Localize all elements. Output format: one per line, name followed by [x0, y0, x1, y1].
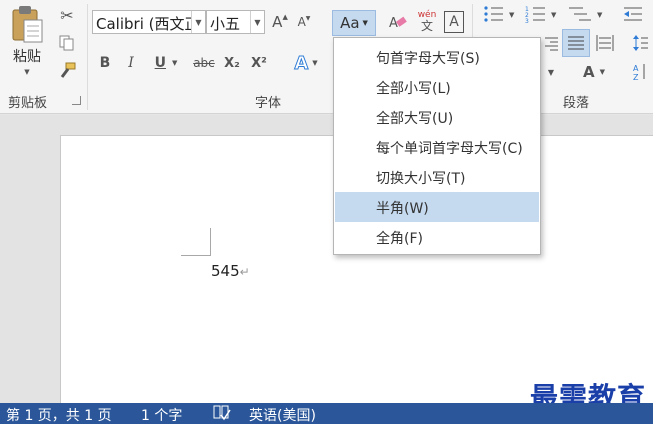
font-name-value: Calibri (西文正文): [96, 15, 205, 33]
paste-label: 粘贴: [13, 49, 41, 65]
strikethrough-icon: abc: [193, 56, 215, 70]
menu-item-full-width[interactable]: 全角(F): [335, 222, 539, 252]
line-spacing-icon[interactable]: [630, 30, 650, 56]
text-effects-icon: A: [294, 52, 309, 74]
font-size-value: 小五: [210, 15, 241, 33]
phonetic-bottom: 文: [420, 18, 433, 33]
shrink-font-icon: A: [297, 15, 306, 29]
document-number: 545: [211, 262, 240, 280]
paragraph-mark-icon: ↵: [239, 265, 250, 279]
decrease-indent-icon[interactable]: [620, 4, 646, 24]
status-bar: 第 1 页，共 1 页 1 个字 英语(美国): [0, 403, 653, 424]
italic-button[interactable]: I: [122, 52, 140, 74]
svg-text:A: A: [633, 64, 639, 73]
character-border-button[interactable]: A: [444, 11, 464, 33]
svg-text:A: A: [389, 16, 398, 31]
chevron-down-icon: ▼: [24, 68, 30, 76]
menu-item-uppercase[interactable]: 全部大写(U): [335, 102, 539, 132]
superscript-icon: X²: [251, 55, 267, 71]
svg-text:▼: ▼: [551, 11, 557, 19]
status-word-count[interactable]: 1 个字: [141, 405, 182, 424]
document-area: 545↵: [0, 115, 653, 403]
shading-icon[interactable]: ▼: [541, 60, 561, 84]
bold-button[interactable]: B: [96, 52, 114, 74]
menu-item-half-width[interactable]: 半角(W): [335, 192, 539, 222]
cut-icon[interactable]: ✂: [56, 4, 78, 26]
character-effect-button[interactable]: A ▼: [574, 60, 614, 84]
subscript-button[interactable]: X₂: [221, 52, 243, 74]
superscript-button[interactable]: X²: [248, 52, 270, 74]
character-border-icon: A: [449, 14, 459, 30]
change-case-icon: Aa: [340, 14, 360, 32]
status-language[interactable]: 英语(美国): [249, 405, 316, 424]
character-effect-icon: A: [583, 63, 595, 81]
bold-icon: B: [99, 55, 111, 71]
shrink-font-button[interactable]: A ▼: [294, 10, 314, 34]
align-right-icon[interactable]: [541, 30, 561, 56]
svg-text:3: 3: [525, 18, 529, 23]
menu-item-lowercase[interactable]: 全部小写(L): [335, 72, 539, 102]
paste-button[interactable]: 粘贴 ▼: [4, 4, 50, 86]
status-page-count[interactable]: 第 1 页，共 1 页: [6, 405, 112, 424]
ribbon: 粘贴 ▼ ✂ 剪贴板 Calibri (西文正文) ▼ 小五 ▼ A▲ A▼ A…: [0, 0, 653, 114]
justify-icon[interactable]: [562, 29, 590, 57]
menu-item-toggle-case[interactable]: 切换大小写(T): [335, 162, 539, 192]
clipboard-icon: [12, 6, 43, 43]
font-size-combo[interactable]: 小五 ▼: [206, 10, 265, 34]
font-name-combo[interactable]: Calibri (西文正文) ▼: [92, 10, 206, 34]
change-case-menu: 句首字母大写(S) 全部小写(L) 全部大写(U) 每个单词首字母大写(C) 切…: [333, 37, 541, 255]
svg-text:▼: ▼: [597, 11, 603, 19]
grow-font-button[interactable]: A ▲: [270, 10, 290, 34]
multilevel-list-icon[interactable]: ▼: [566, 4, 606, 24]
subscript-icon: X₂: [224, 55, 240, 71]
chevron-down-icon[interactable]: ▼: [250, 11, 264, 33]
grow-font-icon: A: [272, 13, 283, 31]
phonetic-guide-button[interactable]: wén 文: [414, 6, 440, 36]
group-separator: [87, 4, 88, 110]
text-effects-button[interactable]: A ▼: [288, 50, 324, 76]
format-painter-icon[interactable]: [56, 60, 78, 82]
svg-text:▼: ▼: [509, 11, 515, 19]
italic-icon: I: [128, 55, 134, 71]
distributed-align-icon[interactable]: [592, 29, 618, 57]
proofing-icon[interactable]: [212, 404, 232, 424]
paragraph-group-label: 段落: [563, 96, 590, 111]
sort-icon[interactable]: AZ: [630, 60, 650, 84]
clipboard-launcher-icon[interactable]: [72, 96, 81, 105]
svg-text:Z: Z: [633, 73, 639, 81]
underline-button[interactable]: U ▼: [150, 52, 182, 74]
font-group-label: 字体: [255, 96, 282, 111]
clipboard-group-label: 剪贴板: [8, 96, 48, 111]
margin-corner-mark: [210, 228, 211, 256]
chevron-down-icon[interactable]: ▼: [191, 11, 205, 33]
menu-item-sentence-case[interactable]: 句首字母大写(S): [335, 42, 539, 72]
numbering-icon[interactable]: 1 2 3 ▼: [524, 4, 560, 24]
menu-item-capitalize-each-word[interactable]: 每个单词首字母大写(C): [335, 132, 539, 162]
change-case-button[interactable]: Aa ▼: [332, 10, 376, 36]
copy-icon[interactable]: [56, 32, 78, 54]
document-text[interactable]: 545↵: [211, 262, 250, 280]
strikethrough-button[interactable]: abc: [191, 52, 217, 74]
bullets-icon[interactable]: ▼: [482, 4, 518, 24]
margin-corner-mark: [181, 255, 211, 256]
clear-formatting-icon[interactable]: A: [387, 10, 409, 34]
underline-icon: U: [154, 55, 166, 71]
